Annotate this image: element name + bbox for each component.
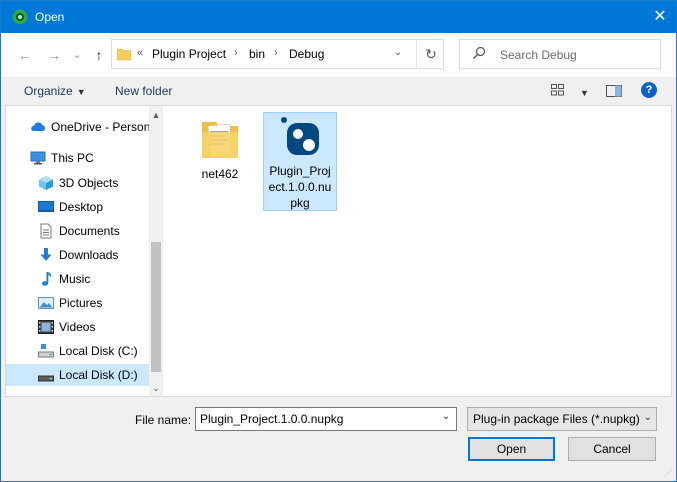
organize-label: Organize (24, 84, 73, 98)
title-bar: Open ✕ (1, 1, 676, 33)
folder-item-net462[interactable]: net462 (184, 112, 256, 202)
refresh-button[interactable]: ↻ (416, 40, 445, 68)
open-file-dialog: Open ✕ ← → ⌄ ↑ « Plugin Project › bin › … (0, 0, 677, 482)
scrollbar-thumb[interactable] (151, 242, 161, 372)
file-name-field-label: File name: (135, 413, 192, 427)
chevron-down-icon[interactable]: ⌄ (438, 411, 454, 422)
close-button[interactable]: ✕ (644, 1, 676, 33)
file-list[interactable]: net462 Plugin_Proj ect.1.0.0.nu pkg (164, 106, 671, 396)
scroll-up-button[interactable]: ▲ (149, 110, 163, 120)
new-folder-button[interactable]: New folder (115, 84, 172, 98)
search-placeholder: Search Debug (500, 48, 577, 62)
file-type-select[interactable]: Plug-in package Files (*.nupkg) ⌄ (467, 407, 657, 431)
sidebar-item-label: Music (59, 272, 91, 286)
navigation-pane[interactable]: OneDrive - Personal This PC 3D Objects D… (6, 106, 163, 396)
sidebar-item-label: This PC (51, 151, 94, 165)
download-icon (40, 248, 52, 261)
breadcrumb-item[interactable]: bin (249, 47, 265, 61)
browser-area: OneDrive - Personal This PC 3D Objects D… (5, 105, 672, 397)
chevron-down-icon: ▼ (76, 87, 86, 97)
file-name-line: ect.1.0.0.nu (268, 180, 332, 194)
view-options-icon (551, 84, 564, 96)
preview-pane-button[interactable] (606, 85, 622, 100)
up-button[interactable]: ↑ (89, 46, 109, 64)
sidebar-item-local-disk-d[interactable]: Local Disk (D:) (6, 364, 149, 386)
file-name-line: pkg (290, 196, 310, 210)
file-item-nupkg[interactable]: Plugin_Proj ect.1.0.0.nu pkg (263, 112, 337, 211)
back-button[interactable]: ← (15, 46, 35, 64)
sidebar-item-music[interactable]: Music (6, 268, 149, 290)
cancel-button[interactable]: Cancel (568, 437, 656, 461)
documents-icon (40, 223, 52, 239)
file-name-value: Plugin_Project.1.0.0.nupkg (200, 412, 344, 426)
sidebar-item-label: OneDrive - Personal (51, 120, 149, 134)
sidebar-item-3d-objects[interactable]: 3D Objects (6, 172, 149, 194)
breadcrumb-separator[interactable]: › (234, 47, 238, 59)
navigation-scrollbar[interactable]: ▲ ⌄ (149, 106, 163, 396)
organize-button[interactable]: Organize ▼ (24, 84, 86, 98)
navigation-bar: ← → ⌄ ↑ « Plugin Project › bin › Debug ⌄… (1, 33, 676, 77)
sidebar-item-downloads[interactable]: Downloads (6, 244, 149, 266)
breadcrumb-item[interactable]: Plugin Project (152, 47, 226, 61)
address-dropdown-button[interactable]: ⌄ (391, 47, 405, 61)
file-name-line: Plugin_Proj (269, 164, 331, 178)
sidebar-item-label: Downloads (59, 248, 119, 262)
search-icon (473, 46, 486, 59)
sidebar-item-label: Videos (59, 320, 96, 334)
folder-icon (202, 122, 238, 158)
forward-button[interactable]: → (44, 46, 64, 64)
sidebar-item-label: Local Disk (D:) (59, 368, 138, 382)
sidebar-item-label: 3D Objects (59, 176, 119, 190)
command-toolbar: Organize ▼ New folder ▼ ? (1, 77, 676, 105)
nuget-package-icon (281, 117, 319, 155)
help-button[interactable]: ? (641, 82, 657, 98)
recent-locations-button[interactable]: ⌄ (67, 46, 87, 64)
sidebar-item-desktop[interactable]: Desktop (6, 196, 149, 218)
address-bar[interactable]: « Plugin Project › bin › Debug ⌄ ↻ (111, 39, 444, 69)
app-icon (12, 9, 28, 25)
chevron-down-icon: ⌄ (643, 412, 652, 423)
view-dropdown-button[interactable]: ▼ (576, 85, 589, 99)
sidebar-item-label: Desktop (59, 200, 104, 214)
chevron-down-icon: ▼ (580, 88, 589, 98)
sidebar-item-label: Documents (59, 224, 120, 238)
breadcrumb-overflow[interactable]: « (137, 47, 143, 59)
open-button[interactable]: Open (468, 437, 555, 461)
file-name-field[interactable]: Plugin_Project.1.0.0.nupkg ⌄ (195, 407, 457, 431)
cloud-icon (31, 122, 46, 131)
sidebar-item-videos[interactable]: Videos (6, 316, 149, 338)
desktop-icon (38, 201, 54, 212)
sidebar-item-this-pc[interactable]: This PC (6, 147, 149, 169)
folder-icon (117, 48, 131, 61)
sidebar-item-label: Pictures (59, 296, 103, 310)
resize-grip-icon[interactable]: ⋰ (664, 469, 674, 479)
videos-icon (38, 320, 54, 334)
preview-pane-icon (606, 85, 622, 97)
breadcrumb-separator[interactable]: › (274, 47, 278, 59)
file-name-label: net462 (201, 167, 239, 181)
window-title: Open (35, 10, 65, 24)
computer-icon (30, 151, 46, 165)
sidebar-item-documents[interactable]: Documents (6, 220, 149, 242)
music-icon (42, 272, 52, 286)
scroll-down-button[interactable]: ⌄ (149, 383, 163, 394)
dialog-footer: File name: Plugin_Project.1.0.0.nupkg ⌄ … (1, 397, 676, 481)
pictures-icon (38, 297, 54, 309)
drive-icon (38, 375, 54, 382)
search-box[interactable]: Search Debug (459, 39, 661, 69)
sidebar-item-local-disk-c[interactable]: Local Disk (C:) (6, 340, 149, 362)
sidebar-item-onedrive[interactable]: OneDrive - Personal (6, 116, 149, 138)
change-view-button[interactable] (551, 84, 565, 99)
sidebar-item-label: Local Disk (C:) (59, 344, 138, 358)
sidebar-item-pictures[interactable]: Pictures (6, 292, 149, 314)
file-type-value: Plug-in package Files (*.nupkg) (473, 412, 640, 426)
cube-icon (39, 176, 53, 190)
breadcrumb-item[interactable]: Debug (289, 47, 324, 61)
drive-icon (38, 344, 54, 358)
